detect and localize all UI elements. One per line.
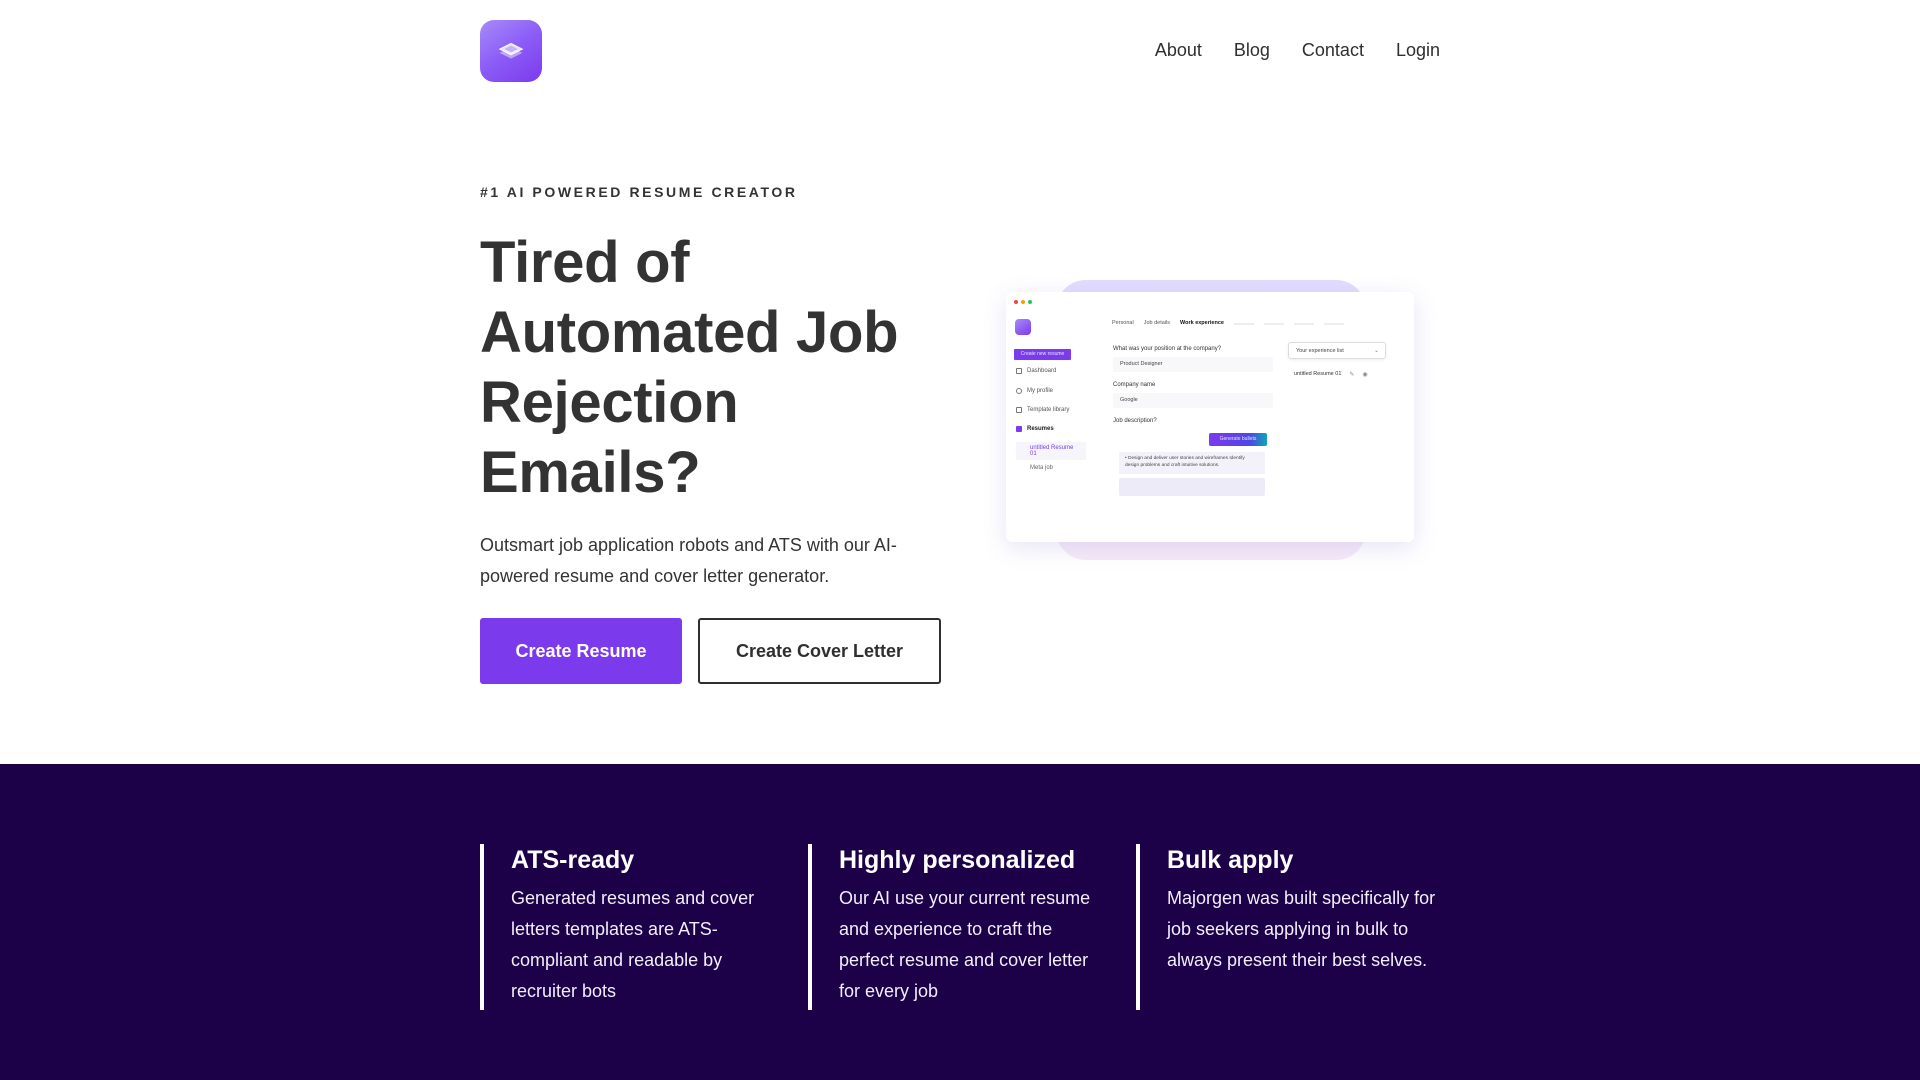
preview-logo	[1015, 319, 1031, 335]
window-controls	[1014, 300, 1032, 304]
feature-body: Generated resumes and cover letters temp…	[511, 888, 755, 1001]
feature-bulk-apply: Bulk apply Majorgen was built specifical…	[1136, 844, 1436, 1010]
preview-window: Create new resume Dashboard My profile T…	[1006, 292, 1414, 542]
folder-icon	[1016, 407, 1022, 413]
document-icon	[1016, 426, 1022, 432]
main-nav: About Blog Contact Login	[1123, 38, 1440, 62]
preview-placeholder-block	[1119, 478, 1265, 496]
nav-about[interactable]: About	[1155, 38, 1202, 62]
preview-jobdesc-label: Job description?	[1113, 418, 1157, 424]
create-resume-button[interactable]: Create Resume	[480, 618, 682, 684]
nav-contact[interactable]: Contact	[1302, 38, 1364, 62]
hero-eyebrow: #1 AI POWERED RESUME CREATOR	[480, 184, 798, 200]
app-preview-image: Create new resume Dashboard My profile T…	[970, 262, 1440, 572]
preview-resume-item: untitled Resume 01	[1016, 442, 1086, 460]
feature-title: Highly personalized	[839, 846, 1076, 874]
logo[interactable]	[480, 20, 542, 82]
layers-icon	[498, 42, 524, 59]
feature-title: ATS-ready	[511, 846, 635, 874]
feature-ats-ready: ATS-ready Generated resumes and cover le…	[480, 844, 780, 1010]
preview-sidebar-profile: My profile	[1016, 388, 1053, 394]
preview-experience-select: Your experience list ⌄	[1288, 342, 1386, 359]
preview-sidebar-dashboard: Dashboard	[1016, 368, 1056, 374]
preview-sidebar-templates: Template library	[1016, 407, 1069, 413]
preview-resume-item: Meta job	[1030, 465, 1054, 471]
feature-body: Our AI use your current resume and exper…	[839, 888, 1091, 1001]
chevron-down-icon: ⌄	[1373, 348, 1379, 354]
home-icon	[1016, 368, 1022, 374]
features-section: ATS-ready Generated resumes and cover le…	[0, 764, 1920, 1080]
preview-create-button: Create new resume	[1014, 349, 1071, 360]
user-icon	[1016, 388, 1022, 394]
preview-sidebar-resumes: Resumes	[1016, 426, 1054, 432]
view-icon: ◉	[1362, 371, 1368, 378]
create-cover-letter-button[interactable]: Create Cover Letter	[698, 618, 941, 684]
nav-blog[interactable]: Blog	[1234, 38, 1270, 62]
preview-company-field: Google	[1113, 393, 1273, 408]
preview-position-label: What was your position at the company?	[1113, 346, 1222, 352]
feature-personalized: Highly personalized Our AI use your curr…	[808, 844, 1108, 1010]
site-header: About Blog Contact Login	[480, 20, 1440, 82]
nav-login[interactable]: Login	[1396, 38, 1440, 62]
hero-headline: Tired of Automated Job Rejection Emails?	[480, 230, 899, 505]
feature-title: Bulk apply	[1167, 846, 1294, 874]
preview-bullets: • Design and deliver user stories and wi…	[1119, 452, 1265, 474]
preview-company-label: Company name	[1113, 382, 1156, 388]
edit-icon: ✎	[1349, 371, 1355, 378]
preview-position-field: Product Designer	[1113, 357, 1273, 372]
preview-experience-item: untitled Resume 01 ✎ ◉	[1294, 371, 1368, 378]
hero-subtext: Outsmart job application robots and ATS …	[480, 535, 897, 586]
preview-tabs: Personal Job details Work experience	[1112, 320, 1344, 326]
feature-body: Majorgen was built specifically for job …	[1167, 888, 1436, 970]
preview-generate-button: Generate bullets	[1209, 433, 1267, 446]
